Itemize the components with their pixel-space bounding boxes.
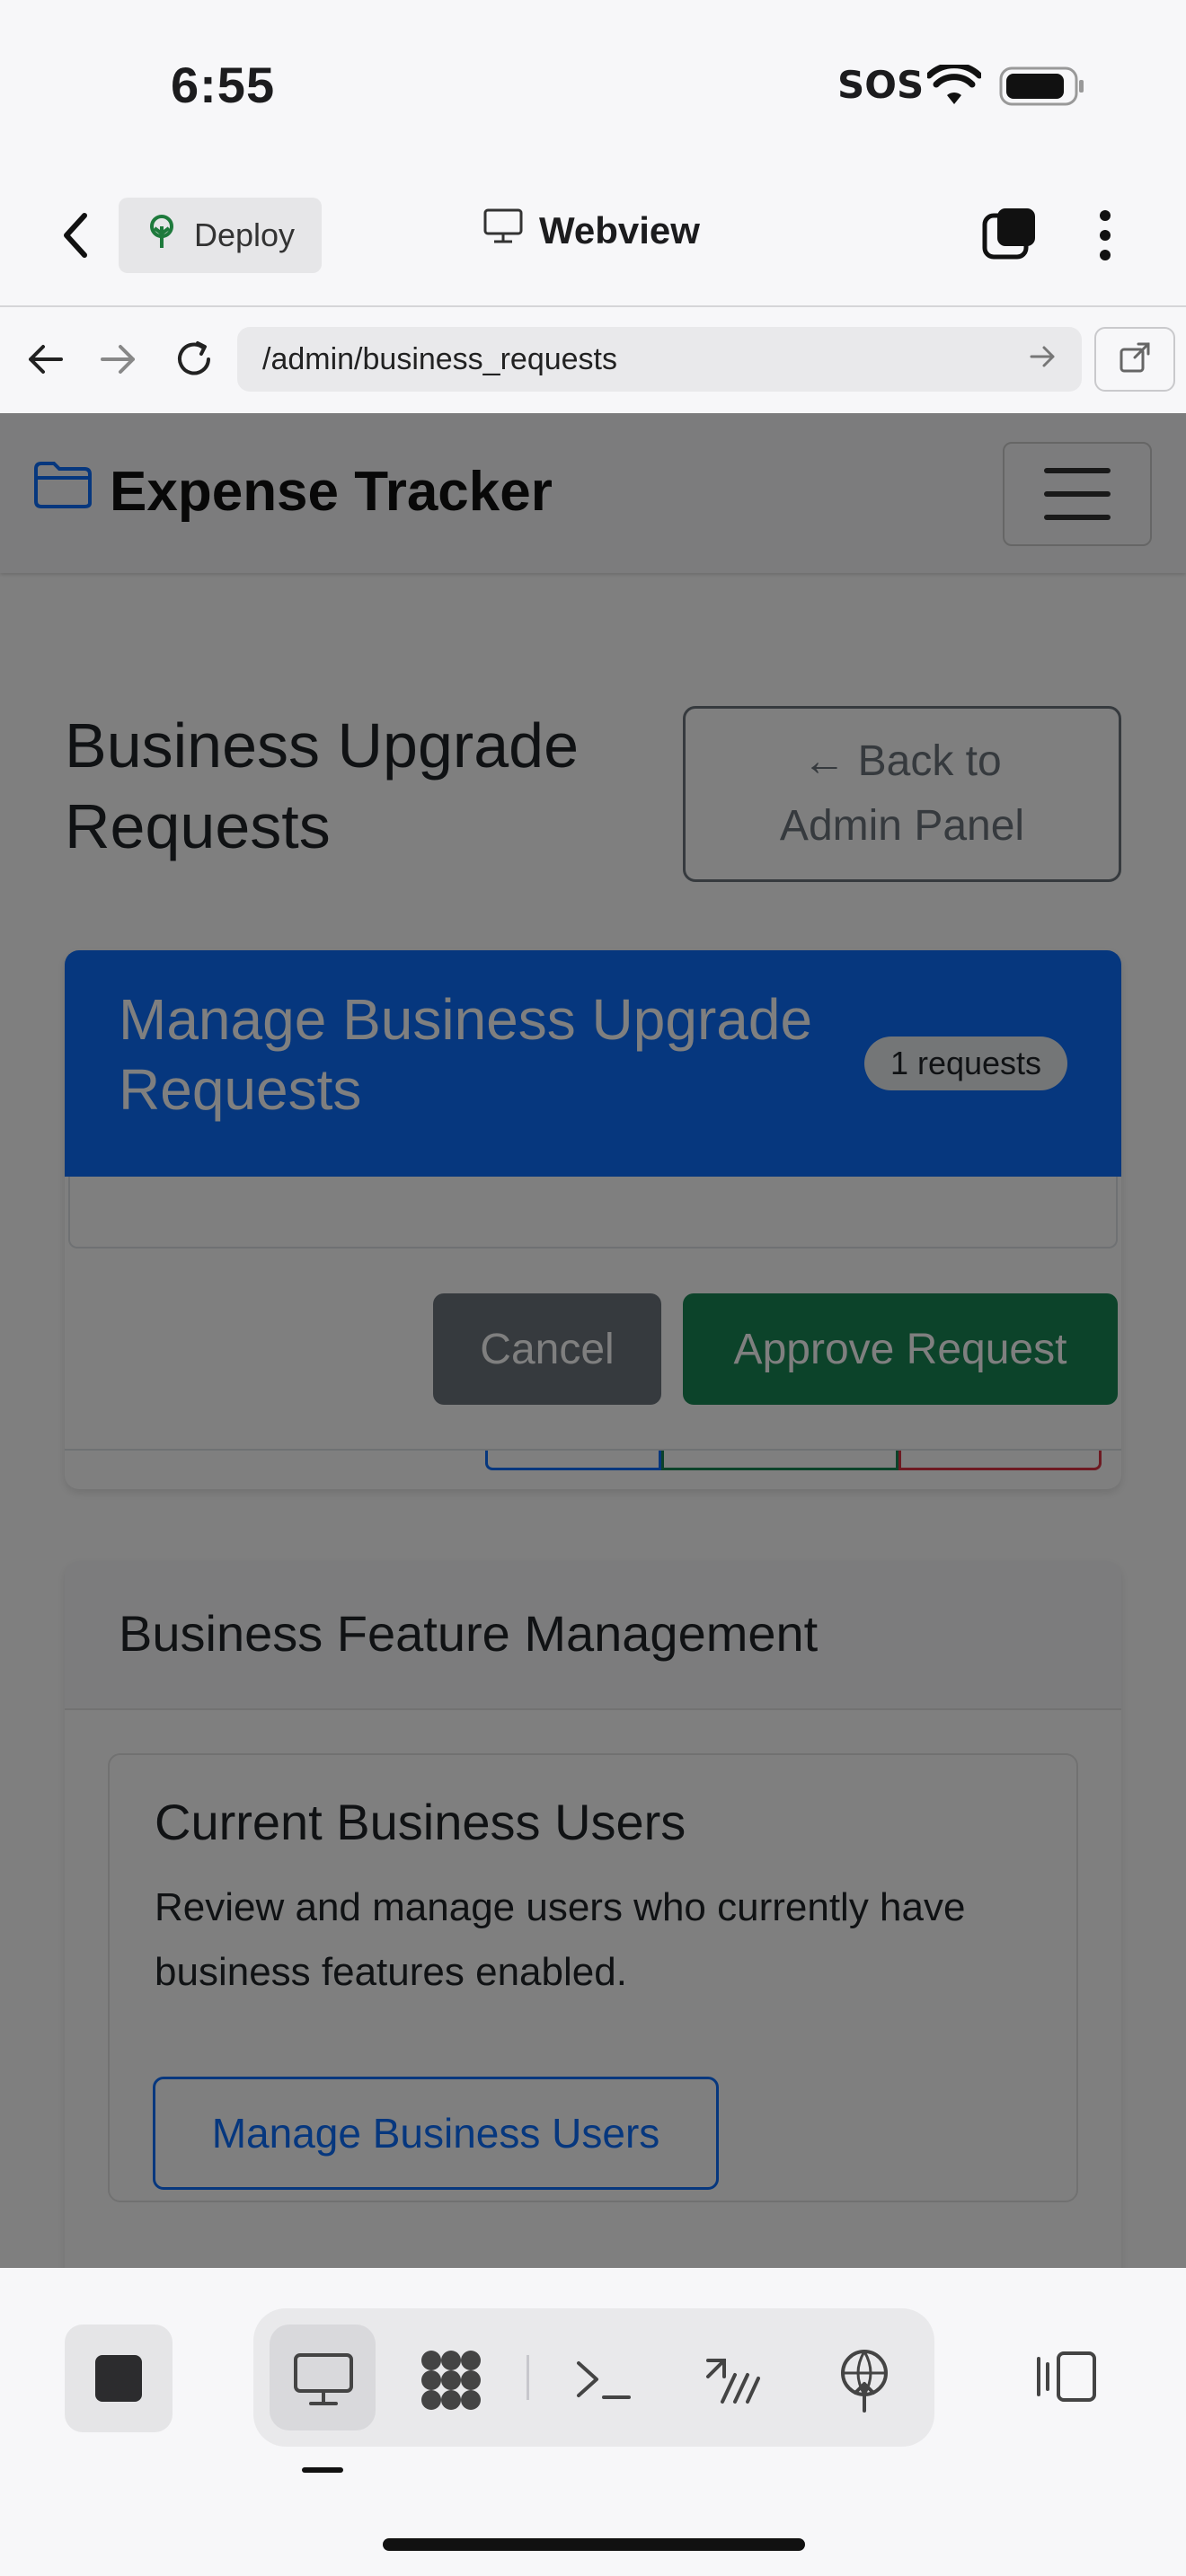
deploy-label: Deploy [193, 216, 296, 253]
url-text: /admin/business_requests [262, 341, 618, 376]
external-link-icon [1119, 341, 1151, 378]
status-sos: SOS [837, 63, 925, 107]
panel-toggle-icon[interactable] [1033, 2348, 1100, 2410]
wifi-icon [925, 62, 983, 110]
monitor-icon [483, 208, 523, 253]
open-external-button[interactable] [1094, 327, 1175, 392]
home-indicator[interactable] [383, 2538, 805, 2551]
url-input[interactable]: /admin/business_requests [237, 327, 1082, 392]
deploy-button[interactable]: Deploy [119, 198, 322, 273]
active-tab-indicator [302, 2467, 343, 2473]
webview-title: Webview [483, 208, 700, 253]
publish-icon[interactable] [828, 2344, 900, 2416]
webview-content: Expense Tracker Business Upgrade Request… [0, 413, 1186, 2268]
back-chevron-icon[interactable] [58, 208, 93, 267]
webview-label: Webview [539, 209, 700, 251]
modal-backdrop[interactable] [0, 413, 1186, 2268]
tabs-icon[interactable] [981, 205, 1039, 267]
stop-icon [95, 2355, 142, 2402]
nav-forward-icon[interactable] [99, 341, 138, 382]
desktop-icon[interactable] [288, 2344, 359, 2416]
stop-button[interactable] [65, 2325, 173, 2432]
go-arrow-icon[interactable] [1030, 342, 1057, 377]
battery-icon [999, 66, 1085, 110]
more-options-icon[interactable] [1098, 208, 1112, 267]
terminal-icon[interactable] [568, 2344, 640, 2416]
agents-grid-icon[interactable] [415, 2344, 487, 2416]
git-icon[interactable] [697, 2344, 769, 2416]
nav-back-icon[interactable] [25, 341, 65, 382]
status-time: 6:55 [171, 57, 276, 113]
deploy-icon [146, 214, 178, 258]
tool-separator [527, 2355, 529, 2400]
reload-icon[interactable] [173, 338, 216, 385]
